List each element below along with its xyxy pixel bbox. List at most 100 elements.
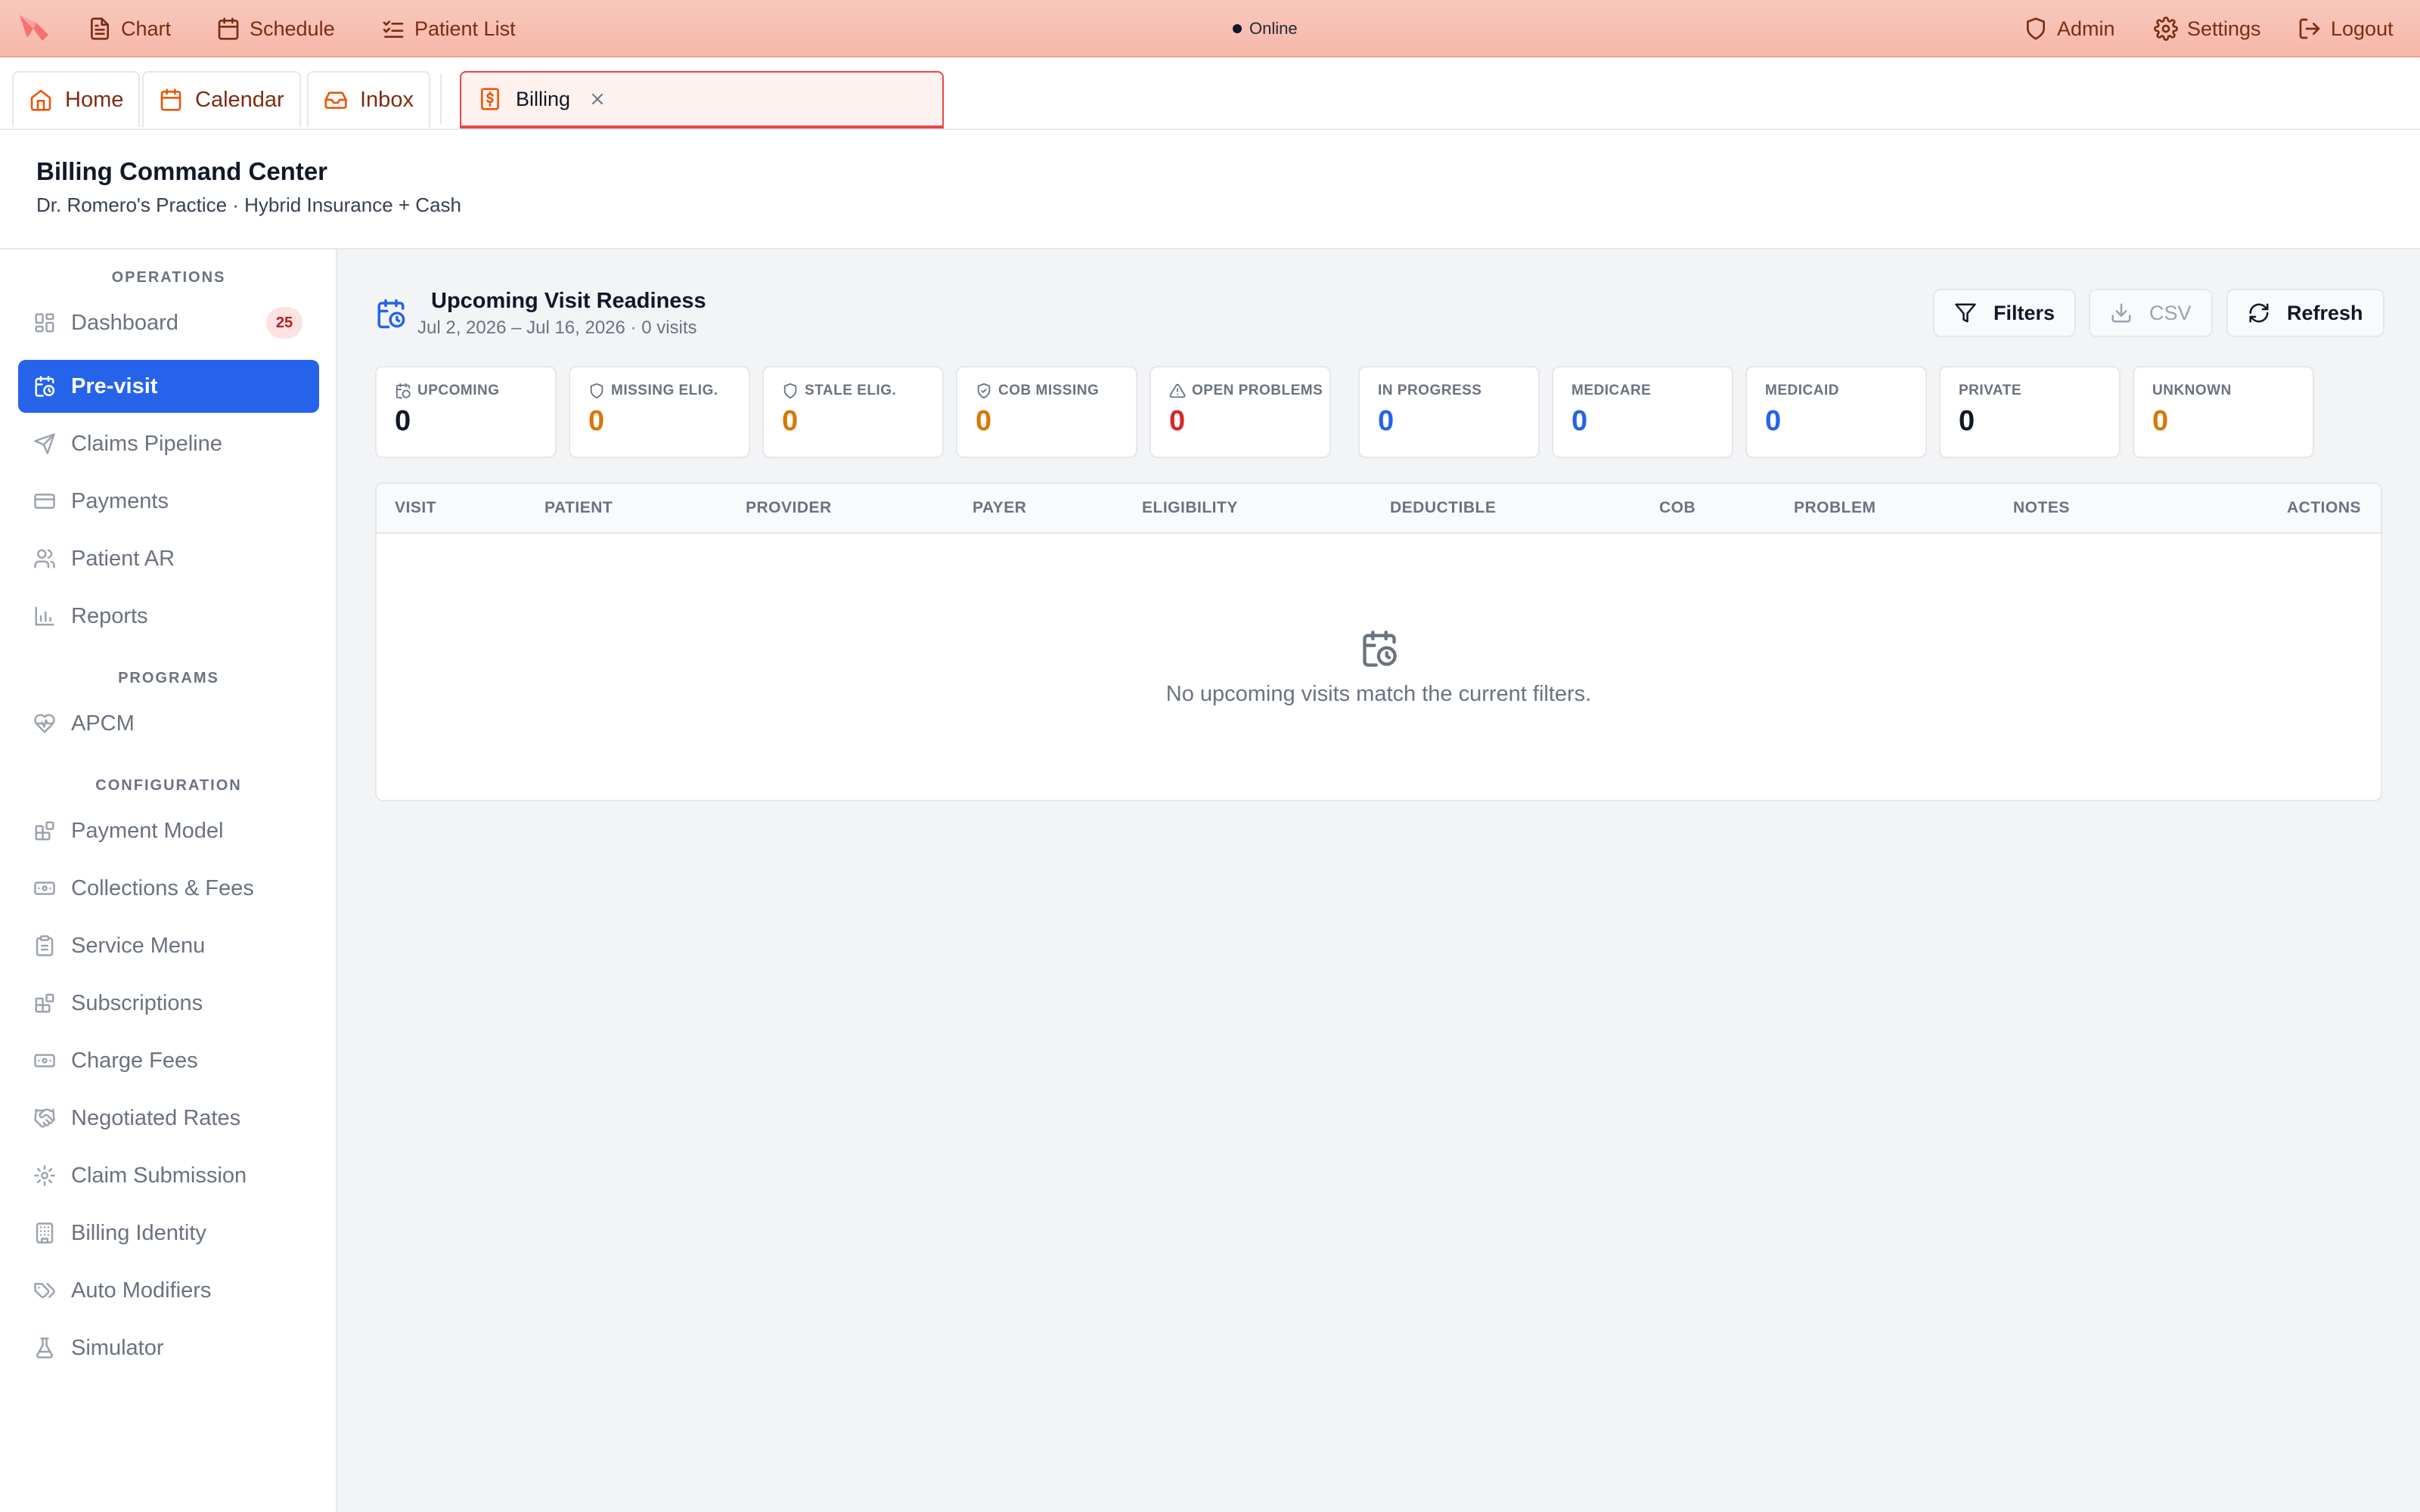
sidebar-item-auto-modifiers[interactable]: Auto Modifiers xyxy=(18,1264,319,1317)
csv-export-button[interactable]: CSV xyxy=(2089,289,2213,337)
sidebar-item-dashboard[interactable]: Dashboard 25 xyxy=(18,296,319,349)
refresh-icon xyxy=(2249,303,2269,323)
sidebar-item-label: Subscriptions xyxy=(71,990,203,1015)
sidebar-item-subscriptions[interactable]: Subscriptions xyxy=(18,977,319,1030)
tab-calendar[interactable]: Calendar xyxy=(142,71,301,127)
stat-label-row: IN PROGRESS xyxy=(1378,383,1481,399)
connection-status: Online xyxy=(1233,0,1298,57)
sidebar-item-pre-visit[interactable]: Pre-visit xyxy=(18,360,319,413)
logout-link[interactable]: Logout xyxy=(2297,0,2394,57)
sidebar-item-billing-identity[interactable]: Billing Identity xyxy=(18,1207,319,1259)
sidebar-item-payment-model[interactable]: Payment Model xyxy=(18,804,319,857)
stat-card-cob-missing[interactable]: COB MISSING 0 xyxy=(956,366,1137,458)
stat-label-row: UNKNOWN xyxy=(2152,383,2232,399)
shield-check-icon xyxy=(977,383,991,399)
calendar-icon xyxy=(218,17,239,40)
stat-card-missing-elig[interactable]: MISSING ELIG. 0 xyxy=(569,366,750,458)
stat-card-medicare[interactable]: MEDICARE 0 xyxy=(1552,366,1733,458)
alert-triangle-icon xyxy=(1169,383,1186,398)
sidebar-item-label: Negotiated Rates xyxy=(71,1105,241,1130)
column-header-visit[interactable]: VISIT xyxy=(395,499,436,517)
billing-doc-icon xyxy=(481,88,499,110)
sidebar-item-reports[interactable]: Reports xyxy=(18,590,319,643)
tab-inbox-label: Inbox xyxy=(360,87,414,112)
sidebar-item-charge-fees[interactable]: Charge Fees xyxy=(18,1034,319,1087)
stat-card-private[interactable]: PRIVATE 0 xyxy=(1939,366,2121,458)
visits-table: VISIT PATIENT PROVIDER PAYER ELIGIBILITY… xyxy=(375,482,2382,801)
stat-card-upcoming[interactable]: UPCOMING 0 xyxy=(375,366,557,458)
inbox-icon xyxy=(324,91,347,109)
stat-card-in-progress[interactable]: IN PROGRESS 0 xyxy=(1358,366,1540,458)
sidebar-item-patient-ar[interactable]: Patient AR xyxy=(18,532,319,585)
settings-link[interactable]: Settings xyxy=(2154,0,2261,57)
refresh-button[interactable]: Refresh xyxy=(2226,289,2384,337)
stat-card-unknown[interactable]: UNKNOWN 0 xyxy=(2133,366,2314,458)
stat-card-stale-elig[interactable]: STALE ELIG. 0 xyxy=(762,366,944,458)
nav-chart[interactable]: Chart xyxy=(88,0,171,57)
stat-label: MEDICARE xyxy=(1571,383,1652,398)
close-icon[interactable] xyxy=(588,90,607,108)
users-icon xyxy=(34,549,55,569)
sidebar-item-collections-fees[interactable]: Collections & Fees xyxy=(18,862,319,915)
tab-home[interactable]: Home xyxy=(12,71,141,127)
admin-label: Admin xyxy=(2057,17,2115,40)
sidebar-item-apcm[interactable]: APCM xyxy=(18,697,319,750)
sidebar-item-negotiated-rates[interactable]: Negotiated Rates xyxy=(18,1092,319,1145)
tab-inbox[interactable]: Inbox xyxy=(307,71,430,127)
sidebar-item-label: Patient AR xyxy=(71,546,175,571)
app-logo-icon[interactable] xyxy=(17,12,51,44)
admin-link[interactable]: Admin xyxy=(2024,0,2115,57)
sidebar-item-label: APCM xyxy=(71,711,135,736)
gear-icon xyxy=(34,1165,55,1186)
sidebar-item-label: Auto Modifiers xyxy=(71,1278,212,1303)
sidebar-item-claim-submission[interactable]: Claim Submission xyxy=(18,1149,319,1202)
sidebar-item-label: Claim Submission xyxy=(71,1163,247,1188)
nav-schedule[interactable]: Schedule xyxy=(216,0,335,57)
clipboard-icon xyxy=(36,935,54,956)
dashboard-count-badge: 25 xyxy=(266,307,302,339)
column-header-deductible[interactable]: DEDUCTIBLE xyxy=(1390,499,1496,517)
sidebar-item-claims-pipeline[interactable]: Claims Pipeline xyxy=(18,417,319,470)
sidebar-item-label: Payments xyxy=(71,488,169,513)
column-header-eligibility[interactable]: ELIGIBILITY xyxy=(1142,499,1238,517)
stat-value: 0 xyxy=(1378,405,1395,437)
stat-card-medicaid[interactable]: MEDICAID 0 xyxy=(1745,366,1927,458)
banknote-icon xyxy=(34,881,55,895)
stat-label-row: PRIVATE xyxy=(1959,383,2021,399)
sidebar-item-label: Dashboard xyxy=(71,310,178,335)
stat-label-row: COB MISSING xyxy=(976,383,1099,399)
sidebar-section-configuration: CONFIGURATION xyxy=(95,777,242,794)
calendar-clock-icon xyxy=(35,376,55,397)
stat-label-row: MISSING ELIG. xyxy=(588,383,718,399)
column-header-cob[interactable]: COB xyxy=(1659,499,1696,517)
calendar-icon xyxy=(160,88,182,111)
flask-icon xyxy=(36,1337,53,1359)
page-subtitle: Dr. Romero's Practice · Hybrid Insurance… xyxy=(36,194,461,216)
column-header-payer[interactable]: PAYER xyxy=(973,499,1026,517)
sidebar-item-simulator[interactable]: Simulator xyxy=(18,1321,319,1374)
sidebar-item-payments[interactable]: Payments xyxy=(18,475,319,528)
column-header-patient[interactable]: PATIENT xyxy=(544,499,613,517)
table-header: VISIT PATIENT PROVIDER PAYER ELIGIBILITY… xyxy=(377,484,2381,534)
section-title: Upcoming Visit Readiness xyxy=(431,289,706,313)
logout-icon xyxy=(2299,18,2320,39)
tab-billing[interactable]: Billing xyxy=(460,71,944,129)
filters-button[interactable]: Filters xyxy=(1933,289,2077,337)
status-label: Online xyxy=(1249,19,1298,38)
page-title: Billing Command Center xyxy=(36,157,328,185)
sidebar-item-label: Payment Model xyxy=(71,818,224,843)
stat-card-open-problems[interactable]: OPEN PROBLEMS 0 xyxy=(1150,366,1331,458)
stat-label: STALE ELIG. xyxy=(805,383,897,398)
sidebar-item-label: Simulator xyxy=(71,1335,164,1360)
sidebar-item-service-menu[interactable]: Service Menu xyxy=(18,919,319,972)
column-header-provider[interactable]: PROVIDER xyxy=(746,499,832,517)
shield-icon xyxy=(783,383,797,399)
nav-patient-list[interactable]: Patient List xyxy=(381,0,516,57)
column-header-problem[interactable]: PROBLEM xyxy=(1794,499,1876,517)
stat-label: COB MISSING xyxy=(998,383,1100,398)
stat-value: 0 xyxy=(1765,405,1782,437)
credit-card-icon xyxy=(34,494,55,509)
handshake-icon xyxy=(34,1108,55,1128)
column-header-notes[interactable]: NOTES xyxy=(2013,499,2070,517)
filters-button-label: Filters xyxy=(1993,301,2055,324)
